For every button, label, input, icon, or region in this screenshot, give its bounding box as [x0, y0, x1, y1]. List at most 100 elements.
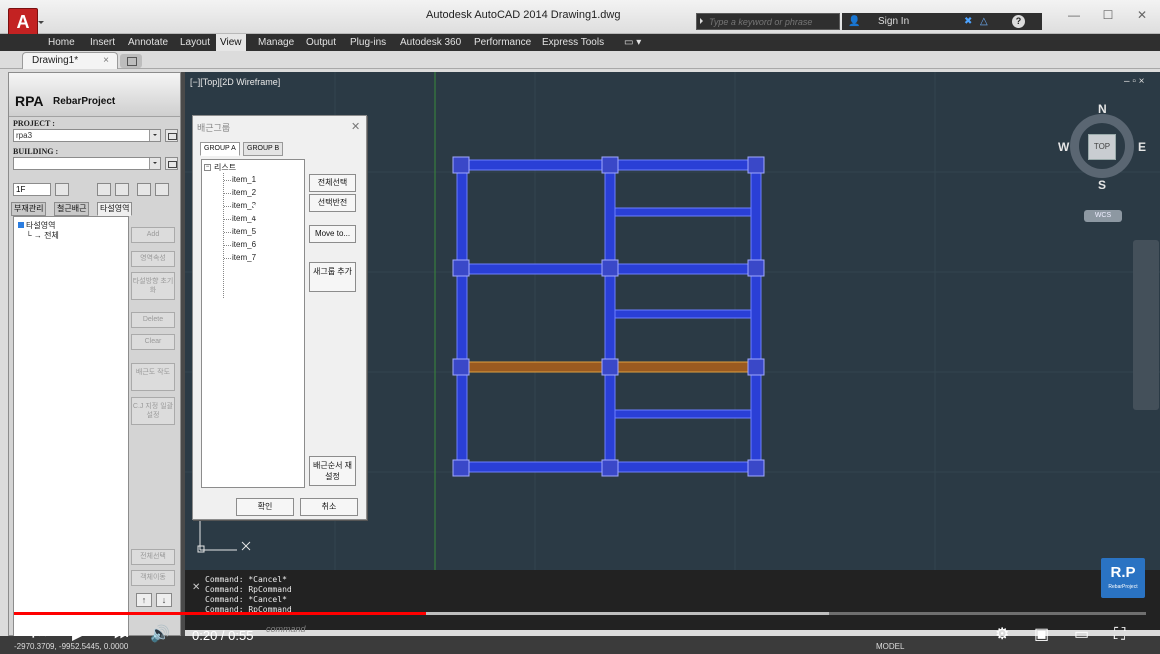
tab-plugins[interactable]: Plug-ins — [346, 34, 390, 51]
tab-annotate[interactable]: Annotate — [124, 34, 172, 51]
compass-s[interactable]: S — [1098, 178, 1106, 192]
viewcube-top-face[interactable]: TOP — [1088, 134, 1116, 160]
tab-group-a[interactable]: GROUP A — [200, 142, 240, 156]
wcs-menu[interactable]: WCS — [1084, 210, 1122, 222]
palette-brand-sub: RebarProject — [53, 96, 116, 107]
user-icon[interactable]: 👤 — [848, 13, 860, 30]
exchange-icon[interactable]: ✖ — [964, 13, 972, 30]
ribbon-minimize-icon[interactable]: ▭ ▾ — [620, 34, 645, 51]
tree-node-all[interactable]: └ → 전체 — [26, 230, 59, 241]
box-icon[interactable] — [97, 183, 111, 196]
viewport-controls-label[interactable]: [−][Top][2D Wireframe] — [190, 77, 280, 87]
a360-icon[interactable]: △ — [980, 13, 988, 30]
move-to-button[interactable]: Move to... — [309, 225, 356, 243]
arrow-up-icon[interactable]: ↑ — [136, 593, 152, 607]
tab-rebar[interactable]: 철근배근 — [54, 202, 90, 216]
tab-layout[interactable]: Layout — [176, 34, 214, 51]
search-box[interactable] — [696, 13, 840, 30]
play-icon[interactable]: ▶ — [72, 625, 84, 645]
minimize-icon[interactable]: — — [1064, 8, 1084, 22]
list-item[interactable]: item_5 — [223, 227, 256, 236]
navigation-bar[interactable] — [1133, 240, 1159, 410]
list-item[interactable]: item_4 — [223, 214, 256, 223]
invert-selection-button[interactable]: 선택반전 — [309, 194, 356, 212]
project-select[interactable]: rpa3 — [13, 129, 161, 142]
model-space-button[interactable]: MODEL — [876, 642, 904, 651]
cj-setting-button[interactable]: C.J 지정 일괄설정 — [131, 397, 175, 425]
tab-pour-area[interactable]: 타설영역 — [97, 202, 133, 216]
reset-direction-button[interactable]: 타설방향 초기화 — [131, 272, 175, 300]
skip-back-icon[interactable]: ⏮ — [32, 625, 46, 645]
add-button[interactable]: Add — [131, 227, 175, 243]
tab-member-manage[interactable]: 부재관리 — [11, 202, 47, 216]
settings-gear-icon[interactable]: ⚙ — [995, 625, 1009, 645]
autocad-logo-icon[interactable]: A — [8, 8, 44, 36]
draw-rebar-button[interactable]: 배근도 작도 — [131, 363, 175, 391]
file-tab-drawing1[interactable]: Drawing1* × — [22, 52, 118, 69]
clear-button[interactable]: Clear — [131, 334, 175, 350]
compass-w[interactable]: W — [1058, 140, 1069, 154]
panel-icon[interactable] — [115, 183, 129, 196]
floor-select[interactable]: 1F — [13, 183, 51, 196]
list-item[interactable]: item_6 — [223, 240, 256, 249]
fullscreen-icon[interactable]: ⛶ — [1114, 625, 1125, 645]
compass-n[interactable]: N — [1098, 102, 1107, 116]
grid-icon[interactable] — [155, 183, 169, 196]
skip-next-icon[interactable]: ⏭ — [114, 625, 128, 645]
tree-root[interactable]: − 리스트 — [204, 162, 236, 173]
list-item[interactable]: item_7 — [223, 253, 256, 262]
video-progress-bar[interactable] — [14, 612, 426, 615]
tab-group-b[interactable]: GROUP B — [243, 142, 284, 156]
signin-link[interactable]: Sign In — [878, 13, 909, 30]
compass-e[interactable]: E — [1138, 140, 1146, 154]
search-input[interactable] — [709, 14, 837, 29]
arrow-down-icon[interactable]: ↓ — [156, 593, 172, 607]
maximize-icon[interactable]: ☐ — [1098, 8, 1118, 22]
list-item[interactable]: item_1 — [223, 175, 256, 184]
file-tab-label: Drawing1* — [32, 55, 79, 66]
viewport-window-controls[interactable]: – ▫ × — [1124, 76, 1145, 87]
column-line-mid — [604, 159, 616, 473]
folder-icon[interactable] — [165, 129, 178, 142]
new-tab-icon[interactable] — [120, 54, 142, 68]
theater-mode-icon[interactable]: ▭ — [1074, 625, 1089, 645]
building-select[interactable] — [13, 157, 161, 170]
layer-icon[interactable] — [55, 183, 69, 196]
tab-home[interactable]: Home — [44, 34, 79, 51]
video-time: 0:20 / 0:55 — [192, 628, 254, 643]
add-group-button[interactable]: 새그룹 추가 — [309, 262, 356, 292]
reset-order-button[interactable]: 배근순서 재설정 — [309, 456, 356, 486]
close-icon[interactable]: ✕ — [1132, 8, 1152, 22]
chevron-down-icon[interactable] — [149, 158, 160, 169]
command-input[interactable]: command — [266, 624, 306, 634]
close-tab-icon[interactable]: × — [103, 53, 109, 68]
folder-icon[interactable] — [165, 157, 178, 170]
tab-performance[interactable]: Performance — [470, 34, 535, 51]
tab-express-tools[interactable]: Express Tools — [538, 34, 608, 51]
select-all-button[interactable]: 전체선택 — [131, 549, 175, 565]
column-line-left — [456, 159, 468, 473]
dialog-close-icon[interactable]: ✕ — [351, 120, 360, 133]
delete-button[interactable]: Delete — [131, 312, 175, 328]
move-object-button[interactable]: 객체이동 — [131, 570, 175, 586]
command-close-icon[interactable]: ✕ — [192, 582, 200, 593]
search-expand-icon[interactable] — [700, 18, 706, 24]
help-icon[interactable]: ? — [1012, 15, 1025, 28]
command-line — [185, 570, 1160, 630]
tab-autodesk-360[interactable]: Autodesk 360 — [396, 34, 465, 51]
miniplayer-icon[interactable]: ▣ — [1034, 625, 1049, 645]
ok-button[interactable]: 확인 — [236, 498, 294, 516]
cancel-button[interactable]: 취소 — [300, 498, 358, 516]
tab-output[interactable]: Output — [302, 34, 340, 51]
tab-insert[interactable]: Insert — [86, 34, 119, 51]
copy-icon[interactable] — [137, 183, 151, 196]
area-property-button[interactable]: 영역속성 — [131, 251, 175, 267]
viewcube[interactable]: TOP N S W E — [1058, 102, 1146, 192]
select-all-button[interactable]: 전체선택 — [309, 174, 356, 192]
tab-view[interactable]: View — [216, 34, 246, 51]
volume-icon[interactable]: 🔊 — [150, 625, 170, 645]
chevron-down-icon[interactable] — [149, 130, 160, 141]
tab-manage[interactable]: Manage — [254, 34, 298, 51]
collapse-icon[interactable]: − — [204, 164, 211, 172]
list-item[interactable]: item_2 — [223, 188, 256, 197]
